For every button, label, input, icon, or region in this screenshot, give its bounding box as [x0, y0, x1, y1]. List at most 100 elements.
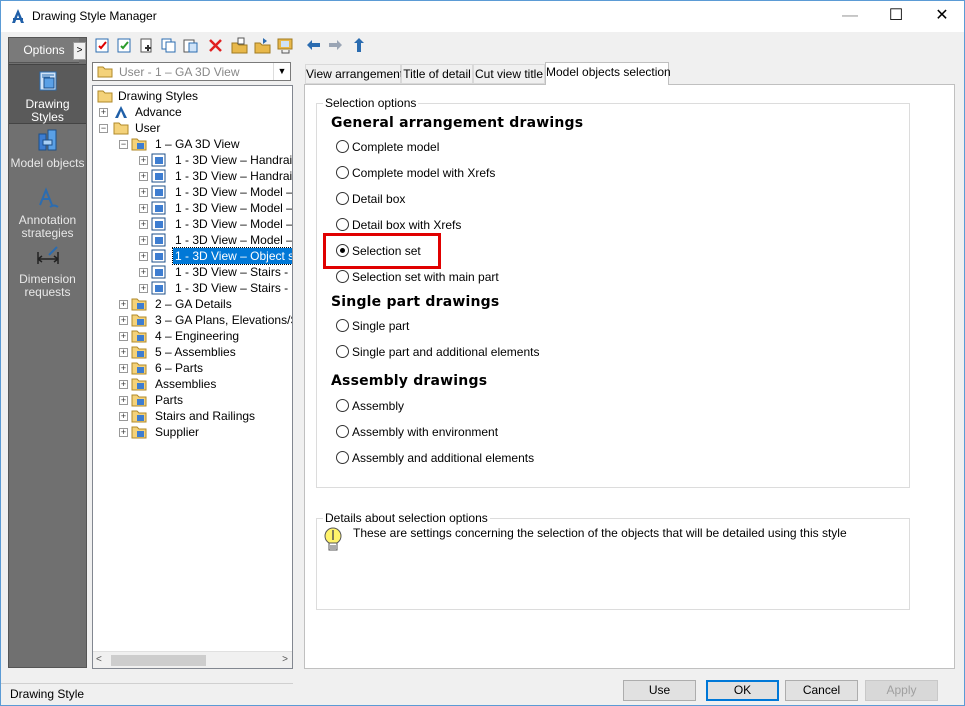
import-icon[interactable] [231, 37, 248, 54]
expand-toggle[interactable]: + [139, 172, 148, 181]
scroll-thumb[interactable] [111, 655, 206, 666]
style-combo-box[interactable]: User - 1 – GA 3D View ▼ [92, 62, 291, 81]
tree-node-view[interactable]: +1 - 3D View – Model – w/ [139, 232, 292, 248]
edit-style-icon[interactable] [116, 37, 133, 54]
tree-node-folder[interactable]: +2 – GA Details [119, 296, 292, 312]
nav-item-dimension-requests[interactable]: Dimension requests [9, 244, 86, 299]
tree-node-label: 6 – Parts [155, 361, 204, 375]
options-expand-button[interactable]: > [73, 42, 86, 60]
delete-icon[interactable] [207, 37, 224, 54]
tree-node-drawing-styles[interactable]: Drawing Styles [97, 88, 287, 104]
expand-toggle[interactable]: + [139, 156, 148, 165]
tree-node-advance[interactable]: + Advance [99, 104, 289, 120]
tree-node-selected[interactable]: +1 - 3D View – Object sele [139, 247, 292, 265]
forward-arrow-icon[interactable] [327, 37, 344, 54]
tree-node-folder[interactable]: +4 – Engineering [119, 328, 292, 344]
close-button[interactable]: ✕ [919, 1, 965, 32]
expand-toggle[interactable]: + [139, 220, 148, 229]
tree-node-folder[interactable]: +6 – Parts [119, 360, 292, 376]
add-icon[interactable] [138, 37, 155, 54]
expand-toggle[interactable]: + [139, 204, 148, 213]
radio-circle[interactable] [336, 270, 349, 283]
tree-node-label: 1 - 3D View – Model – La [175, 185, 293, 199]
view-style-icon [151, 169, 166, 183]
folder-icon [97, 66, 113, 78]
expand-toggle[interactable]: + [119, 332, 128, 341]
tree-node-view[interactable]: +1 - 3D View – Model – w/ [139, 200, 292, 216]
expand-toggle[interactable]: + [139, 236, 148, 245]
new-style-icon[interactable] [94, 37, 111, 54]
radio-circle[interactable] [336, 425, 349, 438]
tree-node-label: 5 – Assemblies [155, 345, 236, 359]
expand-toggle[interactable]: + [119, 348, 128, 357]
tree-node-folder[interactable]: + Assemblies [119, 376, 292, 392]
radio-circle[interactable] [336, 399, 349, 412]
chevron-down-icon[interactable]: ▼ [273, 63, 290, 80]
tree-node-folder[interactable]: +5 – Assemblies [119, 344, 292, 360]
view-style-icon [151, 265, 166, 279]
horizontal-scrollbar[interactable]: < > [93, 651, 292, 668]
expand-toggle[interactable]: + [139, 188, 148, 197]
expand-toggle[interactable]: + [139, 252, 148, 261]
radio-circle[interactable] [336, 192, 349, 205]
nav-item-annotation-strategies[interactable]: Annotation strategies [9, 185, 86, 240]
drawing-styles-tree[interactable]: Drawing Styles + Advance − User − 1 – GA… [92, 85, 293, 669]
collapse-toggle[interactable]: − [119, 140, 128, 149]
tree-node-view[interactable]: +1 - 3D View – Stairs - Pick [139, 264, 292, 280]
expand-toggle[interactable]: + [119, 396, 128, 405]
expand-toggle[interactable]: + [119, 412, 128, 421]
nav-item-drawing-styles[interactable]: Drawing Styles [9, 64, 86, 124]
radio-label: Single part [352, 319, 410, 333]
tree-node-folder[interactable]: + Parts [119, 392, 292, 408]
maximize-button[interactable]: ☐ [873, 1, 919, 32]
collapse-toggle[interactable]: − [99, 124, 108, 133]
tree-node-view[interactable]: +1 - 3D View – Model – La [139, 184, 293, 200]
pane-splitter[interactable] [296, 85, 302, 669]
scroll-left-icon[interactable]: < [96, 654, 102, 665]
tree-node-view[interactable]: +1 - 3D View – Stairs - Pick [139, 280, 292, 296]
tree-node-ga-3d-view[interactable]: − 1 – GA 3D View [119, 136, 289, 152]
tree-node-user[interactable]: − User [99, 120, 289, 136]
minimize-button[interactable]: — [827, 1, 873, 32]
tree-node-folder[interactable]: + Supplier [119, 424, 292, 440]
apply-button[interactable]: Apply [865, 680, 938, 701]
use-button[interactable]: Use [623, 680, 696, 701]
cancel-button[interactable]: Cancel [785, 680, 858, 701]
paste-icon[interactable] [182, 37, 199, 54]
tree-node-view[interactable]: +1 - 3D View – Model – w/ [139, 216, 292, 232]
radio-circle[interactable] [336, 451, 349, 464]
expand-toggle[interactable]: + [119, 316, 128, 325]
radio-circle[interactable] [336, 140, 349, 153]
tree-node-folder[interactable]: + Stairs and Railings [119, 408, 292, 424]
expand-toggle[interactable]: + [139, 268, 148, 277]
export-icon[interactable] [254, 37, 271, 54]
combo-value: User - 1 – GA 3D View [119, 65, 240, 79]
tree-node-label: Supplier [155, 425, 200, 439]
radio-circle[interactable] [336, 218, 349, 231]
expand-toggle[interactable]: + [119, 380, 128, 389]
ok-button[interactable]: OK [706, 680, 779, 701]
expand-toggle[interactable]: + [119, 300, 128, 309]
tab-title-of-detail[interactable]: Title of detail [401, 64, 473, 84]
expand-toggle[interactable]: + [139, 284, 148, 293]
back-arrow-icon[interactable] [305, 37, 322, 54]
copy-icon[interactable] [160, 37, 177, 54]
expand-toggle[interactable]: + [119, 364, 128, 373]
tree-node-view[interactable]: +1 - 3D View – Handrails - [139, 152, 292, 168]
preview-icon[interactable] [277, 37, 294, 54]
up-arrow-icon[interactable] [351, 37, 368, 54]
scroll-right-icon[interactable]: > [282, 654, 288, 665]
tab-view-arrangement[interactable]: View arrangement [305, 64, 403, 84]
tree-node-view[interactable]: +1 - 3D View – Handrails - [139, 168, 292, 184]
nav-item-label: Annotation strategies [18, 213, 77, 240]
nav-item-model-objects[interactable]: Model objects [9, 128, 86, 170]
tree-node-label: Advance [135, 105, 182, 119]
expand-toggle[interactable]: + [119, 428, 128, 437]
radio-circle[interactable] [336, 166, 349, 179]
tab-cut-view-title[interactable]: Cut view title [473, 64, 545, 84]
expand-toggle[interactable]: + [99, 108, 108, 117]
tab-model-objects-selection[interactable]: Model objects selection [545, 62, 671, 85]
radio-circle[interactable] [336, 319, 349, 332]
tree-node-folder[interactable]: +3 – GA Plans, Elevations/Sec [119, 312, 292, 328]
radio-circle[interactable] [336, 345, 349, 358]
